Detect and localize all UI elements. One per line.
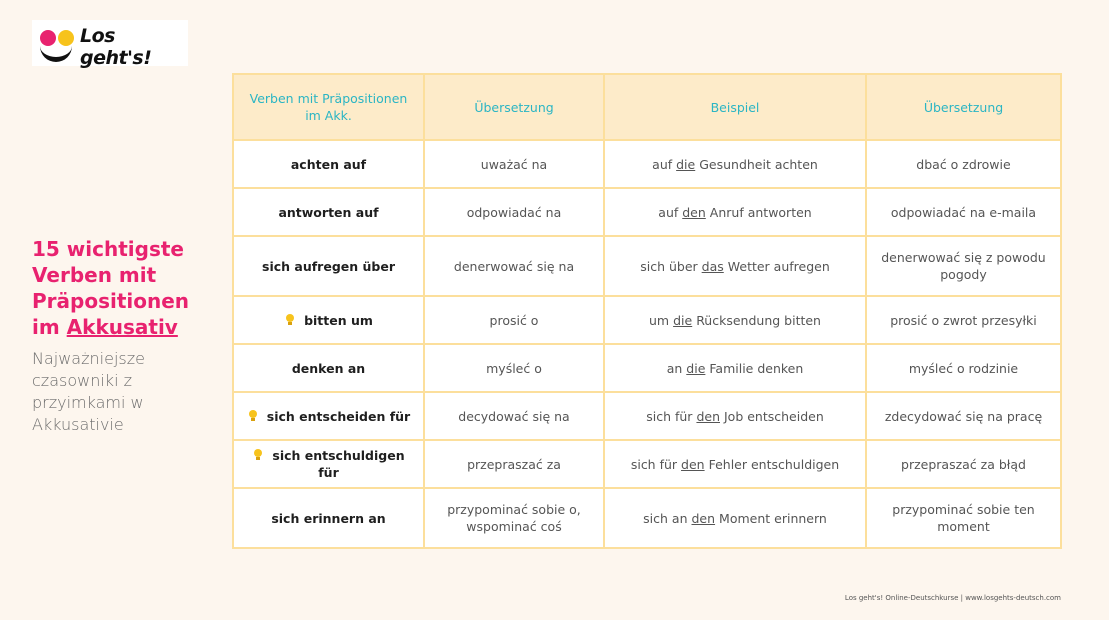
example-translation-cell: przepraszać za błąd — [865, 439, 1062, 489]
example-post: Familie denken — [709, 360, 804, 376]
verb-cell: sich erinnern an — [232, 487, 425, 549]
title-line: Präpositionen — [32, 289, 190, 313]
example-cell: auf die Gesundheit achten — [603, 139, 867, 189]
translation-cell: decydować się na — [423, 391, 605, 441]
example-article: die — [676, 156, 696, 172]
example-pre: um — [649, 312, 670, 328]
header-translation: Übersetzung — [423, 73, 605, 141]
verb-cell: antworten auf — [232, 187, 425, 237]
page-title: 15 wichtigste Verben mit Präpositionen i… — [32, 236, 202, 340]
verb-text: sich aufregen über — [262, 258, 395, 274]
translation-cell: przepraszać za — [423, 439, 605, 489]
example-translation-cell: myśleć o rodzinie — [865, 343, 1062, 393]
footer: Los geht's! Online-Deutschkurse | www.lo… — [844, 594, 1061, 602]
example-cell: auf den Anruf antworten — [603, 187, 867, 237]
verb-cell: sich aufregen über — [232, 235, 425, 297]
example-cell: an die Familie denken — [603, 343, 867, 393]
header-example: Beispiel — [603, 73, 867, 141]
example-article: die — [673, 312, 693, 328]
translation-cell: denerwować się na — [423, 235, 605, 297]
verb-cell: bitten um — [232, 295, 425, 345]
subtitle: Najważniejsze czasowniki z przyimkami w … — [32, 349, 145, 434]
example-pre: auf — [658, 204, 679, 220]
example-article: den — [682, 204, 706, 220]
title-prefix: im — [32, 315, 60, 339]
verb-cell: achten auf — [232, 139, 425, 189]
table-row: denken an myśleć o an die Familie denken my… — [232, 343, 1062, 393]
example-cell: sich an den Moment erinnern — [603, 487, 867, 549]
example-article: den — [696, 408, 720, 424]
example-cell: sich für den Fehler entschuldigen — [603, 439, 867, 489]
logo-text: Los geht's! — [80, 25, 152, 69]
example-pre: auf — [652, 156, 673, 172]
table-row: sich erinnern an przypominać sobie o, wsp… — [232, 487, 1062, 549]
verb-text: antworten auf — [278, 204, 379, 220]
verb-text: sich entscheiden für — [266, 408, 411, 424]
translation-cell: myśleć o — [423, 343, 605, 393]
example-cell: sich für den Job entscheiden — [603, 391, 867, 441]
header-verb: Verben mit Präpositionen im Akk. — [232, 73, 425, 141]
example-post: Moment erinnern — [719, 510, 827, 526]
verb-text: sich entschuldigen für — [272, 448, 405, 480]
translation-cell: prosić o — [423, 295, 605, 345]
example-translation-cell: dbać o zdrowie — [865, 139, 1062, 189]
verb-cell: sich entschuldigen für — [232, 439, 425, 489]
example-cell: sich über das Wetter aufregen — [603, 235, 867, 297]
table-row: bitten um prosić o um die Rücksendung bitt… — [232, 295, 1062, 345]
verb-cell: denken an — [232, 343, 425, 393]
example-post: Gesundheit achten — [699, 156, 818, 172]
example-pre: an — [666, 360, 683, 376]
example-article: das — [701, 258, 724, 274]
example-translation-cell: denerwować się z powodu pogody — [865, 235, 1062, 297]
lightbulb-icon — [254, 449, 263, 460]
example-pre: sich an — [643, 510, 688, 526]
verb-text: achten auf — [290, 156, 367, 172]
logo-smile — [40, 36, 72, 62]
example-translation-cell: przypominać sobie ten moment — [865, 487, 1062, 549]
table-row: achten auf uważać na auf die Gesundheit ac… — [232, 139, 1062, 189]
translation-cell: przypominać sobie o, wspominać coś — [423, 487, 605, 549]
translation-cell: odpowiadać na — [423, 187, 605, 237]
header-example-translation: Übersetzung — [865, 73, 1062, 141]
example-pre: sich für — [630, 456, 678, 472]
title-line: im Akkusativ — [32, 314, 202, 340]
example-pre: sich über — [640, 258, 698, 274]
example-post: Rücksendung bitten — [696, 312, 821, 328]
example-article: die — [686, 360, 706, 376]
title-underlined: Akkusativ — [66, 315, 178, 339]
lightbulb-icon — [286, 313, 295, 325]
table-header-row: Verben mit Präpositionen im Akk. Überset… — [232, 73, 1062, 141]
verb-table: Verben mit Präpositionen im Akk. Überset… — [232, 73, 1062, 549]
example-pre: sich für — [646, 408, 693, 424]
table-row: sich aufregen über denerwować się na sich … — [232, 235, 1062, 297]
example-cell: um die Rücksendung bitten — [603, 295, 867, 345]
verb-text: bitten um — [304, 312, 373, 328]
example-post: Anruf antworten — [709, 204, 812, 220]
example-translation-cell: zdecydować się na pracę — [865, 391, 1062, 441]
example-post: Job entscheiden — [723, 408, 824, 424]
verb-cell: sich entscheiden für — [232, 391, 425, 441]
table-row: antworten auf odpowiadać na auf den Anruf … — [232, 187, 1062, 237]
verb-text: denken an — [291, 360, 366, 376]
table-row: sich entscheiden für decydować się na sich… — [232, 391, 1062, 441]
table-row: sich entschuldigen für przepraszać za sich… — [232, 439, 1062, 489]
example-translation-cell: odpowiadać na e-maila — [865, 187, 1062, 237]
title-line: 15 wichtigste — [32, 237, 184, 261]
example-translation-cell: prosić o zwrot przesyłki — [865, 295, 1062, 345]
lightbulb-icon — [248, 409, 257, 421]
title-line: Verben mit — [32, 263, 157, 287]
translation-cell: uważać na — [423, 139, 605, 189]
example-post: Fehler entschuldigen — [708, 456, 840, 472]
example-post: Wetter aufregen — [727, 258, 830, 274]
example-article: den — [691, 510, 716, 526]
verb-text: sich erinnern an — [271, 510, 386, 526]
example-article: den — [681, 456, 705, 472]
logo: Los geht's! — [32, 20, 188, 69]
